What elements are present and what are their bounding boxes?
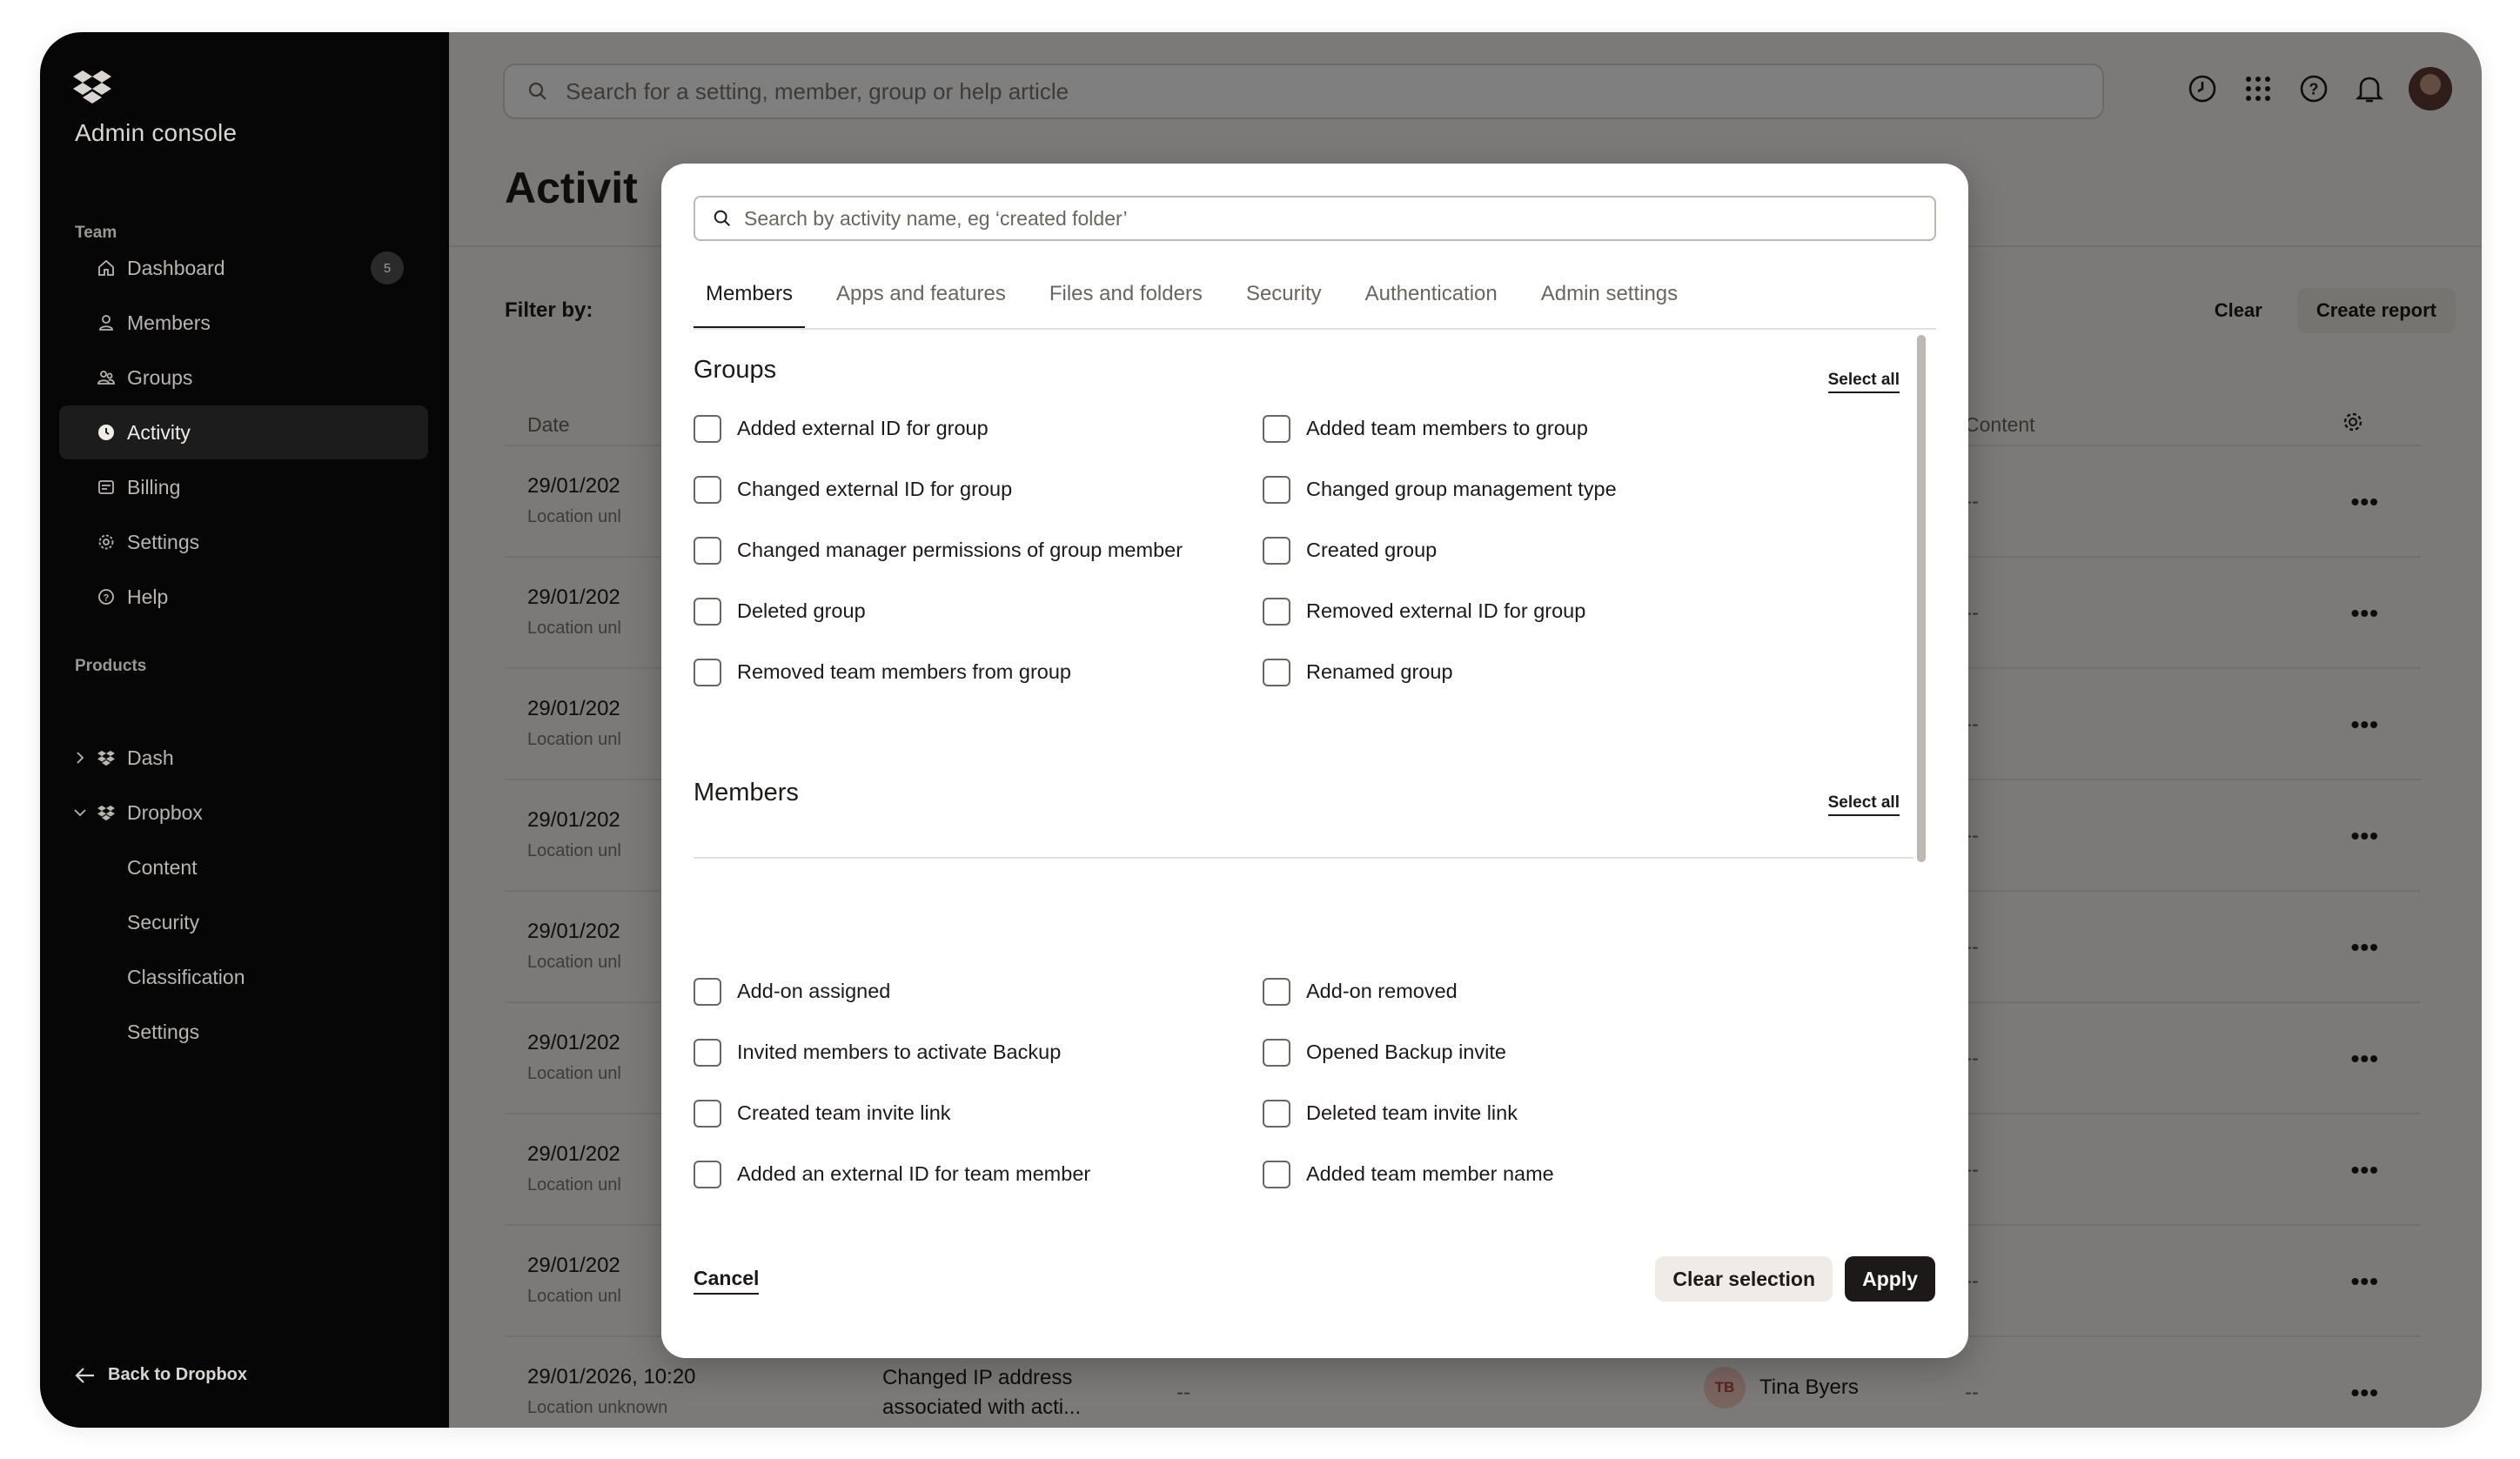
checkbox[interactable] (1263, 1100, 1290, 1128)
members-section-title: Members (694, 779, 799, 806)
activity-option[interactable]: Renamed group (1263, 659, 1820, 686)
checkbox[interactable] (1263, 537, 1290, 565)
arrow-left-icon (75, 1367, 94, 1383)
sidebar-item-groups[interactable]: Groups (59, 351, 428, 405)
checkbox[interactable] (694, 1039, 721, 1067)
sidebar-item-dashboard[interactable]: Dashboard 5 (59, 241, 428, 295)
search-icon (714, 210, 730, 226)
options-scrollbar[interactable] (1915, 331, 1927, 1207)
activity-option[interactable]: Changed external ID for group (694, 476, 1250, 504)
clear-selection-button[interactable]: Clear selection (1655, 1256, 1833, 1302)
tab-authentication[interactable]: Authentication (1353, 271, 1510, 329)
activity-option[interactable]: Changed group management type (1263, 476, 1820, 504)
sidebar-item-activity[interactable]: Activity (59, 405, 428, 459)
dropbox-icon (97, 749, 115, 766)
sidebar-item-members[interactable]: Members (59, 296, 428, 350)
chevron-down-icon[interactable] (71, 804, 89, 821)
checkbox[interactable] (1263, 598, 1290, 626)
apply-button[interactable]: Apply (1845, 1256, 1935, 1302)
sidebar-subitem-content[interactable]: Content (59, 840, 428, 894)
app-title: Admin console (75, 119, 238, 146)
tab-security[interactable]: Security (1234, 271, 1334, 329)
activity-option[interactable]: Created group (1263, 537, 1820, 565)
activity-option[interactable]: Add-on assigned (694, 978, 1250, 1006)
checkbox[interactable] (694, 659, 721, 686)
cancel-button[interactable]: Cancel (694, 1267, 760, 1295)
billing-icon (97, 479, 115, 496)
checkbox[interactable] (1263, 659, 1290, 686)
activity-search-field[interactable] (694, 196, 1936, 241)
modal-footer: Cancel Clear selection Apply (661, 1251, 1968, 1329)
activity-option[interactable]: Invited members to activate Backup (694, 1039, 1250, 1067)
activity-icon (97, 424, 115, 441)
sidebar-item-dropbox[interactable]: Dropbox (59, 786, 428, 840)
team-section-label: Team (75, 224, 117, 242)
sidebar-item-help[interactable]: ? Help (59, 570, 428, 624)
activity-option[interactable]: Removed team members from group (694, 659, 1250, 686)
activity-option[interactable]: Changed manager permissions of group mem… (694, 537, 1250, 565)
checkbox[interactable] (694, 978, 721, 1006)
sidebar-subitem-security[interactable]: Security (59, 895, 428, 949)
gear-icon (97, 533, 115, 551)
category-tabs: Members Apps and features Files and folder… (694, 271, 1709, 329)
chevron-right-icon[interactable] (71, 749, 89, 766)
checkbox[interactable] (694, 415, 721, 443)
scrollbar-thumb[interactable] (1917, 335, 1926, 862)
dropbox-icon (97, 804, 115, 821)
checkbox[interactable] (694, 476, 721, 504)
tab-apps-and-features[interactable]: Apps and features (824, 271, 1018, 329)
sidebar: Admin console Team Dashboard 5 Members G… (40, 32, 449, 1428)
sidebar-subitem-settings[interactable]: Settings (59, 1005, 428, 1059)
tab-admin-settings[interactable]: Admin settings (1529, 271, 1690, 329)
activity-option[interactable]: Created team invite link (694, 1100, 1250, 1128)
sidebar-subitem-classification[interactable]: Classification (59, 950, 428, 1004)
activity-option[interactable]: Add-on removed (1263, 978, 1820, 1006)
checkbox[interactable] (694, 537, 721, 565)
section-divider (694, 857, 1913, 859)
sidebar-item-dash[interactable]: Dash (59, 731, 428, 785)
checkbox[interactable] (694, 1161, 721, 1188)
activity-option[interactable]: Deleted team invite link (1263, 1100, 1820, 1128)
groups-section-title: Groups (694, 356, 777, 384)
activity-option[interactable]: Removed external ID for group (1263, 598, 1820, 626)
activity-filter-modal: Members Apps and features Files and folder… (661, 164, 1968, 1358)
activity-option[interactable]: Opened Backup invite (1263, 1039, 1820, 1067)
options-scroll-area[interactable]: Groups Select all Added external ID for … (694, 330, 1922, 1208)
checkbox[interactable] (1263, 978, 1290, 1006)
svg-text:?: ? (104, 593, 110, 604)
activity-option[interactable]: Added an external ID for team member (694, 1161, 1250, 1188)
dropbox-logo-icon[interactable] (73, 67, 111, 105)
checkbox[interactable] (1263, 1039, 1290, 1067)
members-select-all-link[interactable]: Select all (1827, 793, 1900, 816)
sidebar-item-billing[interactable]: Billing (59, 460, 428, 514)
back-to-dropbox-link[interactable]: Back to Dropbox (75, 1365, 247, 1385)
dashboard-badge: 5 (371, 251, 404, 284)
checkbox[interactable] (1263, 1161, 1290, 1188)
activity-option[interactable]: Added team members to group (1263, 415, 1820, 443)
activity-search-input[interactable] (744, 206, 1934, 231)
home-icon (97, 259, 115, 277)
checkbox[interactable] (1263, 415, 1290, 443)
people-icon (97, 369, 115, 386)
checkbox[interactable] (694, 1100, 721, 1128)
activity-option[interactable]: Deleted group (694, 598, 1250, 626)
help-icon: ? (97, 588, 115, 606)
person-icon (97, 314, 115, 331)
activity-option[interactable]: Added external ID for group (694, 415, 1250, 443)
tab-files-and-folders[interactable]: Files and folders (1037, 271, 1215, 329)
checkbox[interactable] (1263, 476, 1290, 504)
sidebar-item-settings[interactable]: Settings (59, 515, 428, 569)
activity-option[interactable]: Added team member name (1263, 1161, 1820, 1188)
app-window: Admin console Team Dashboard 5 Members G… (40, 32, 2482, 1428)
products-section-label: Products (75, 657, 147, 675)
checkbox[interactable] (694, 598, 721, 626)
tab-members[interactable]: Members (694, 271, 806, 329)
groups-select-all-link[interactable]: Select all (1827, 371, 1900, 393)
